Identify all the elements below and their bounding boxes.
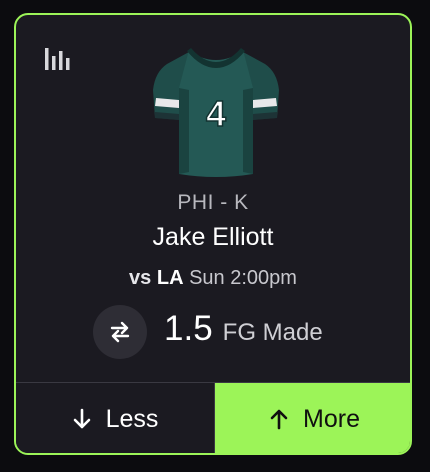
projection-card[interactable]: 4 PHI - K Jake Elliott vs LA Sun 2:00pm … (14, 13, 412, 455)
projection-line: 1.5 FG Made (164, 309, 323, 353)
player-name: Jake Elliott (152, 223, 274, 251)
swap-icon (110, 321, 130, 343)
arrow-down-icon (73, 408, 90, 429)
jersey-image: 4 (153, 48, 279, 177)
team-position: PHI - K (177, 191, 249, 214)
less-label: Less (105, 404, 159, 433)
matchup-info: vs LA Sun 2:00pm (16, 267, 410, 290)
more-label: More (303, 404, 360, 433)
bar-chart-icon[interactable] (45, 46, 73, 70)
arrow-up-icon (270, 409, 288, 430)
line-value: 1.5 (164, 309, 213, 348)
matchup-vs: vs (129, 267, 152, 289)
more-button[interactable]: More (215, 383, 410, 453)
less-button[interactable]: Less (16, 383, 215, 453)
opponent-team: LA (156, 267, 184, 289)
line-stat: FG Made (222, 319, 323, 346)
game-time: Sun 2:00pm (189, 267, 297, 289)
swap-button[interactable] (93, 305, 147, 359)
jersey-number: 4 (206, 93, 226, 134)
